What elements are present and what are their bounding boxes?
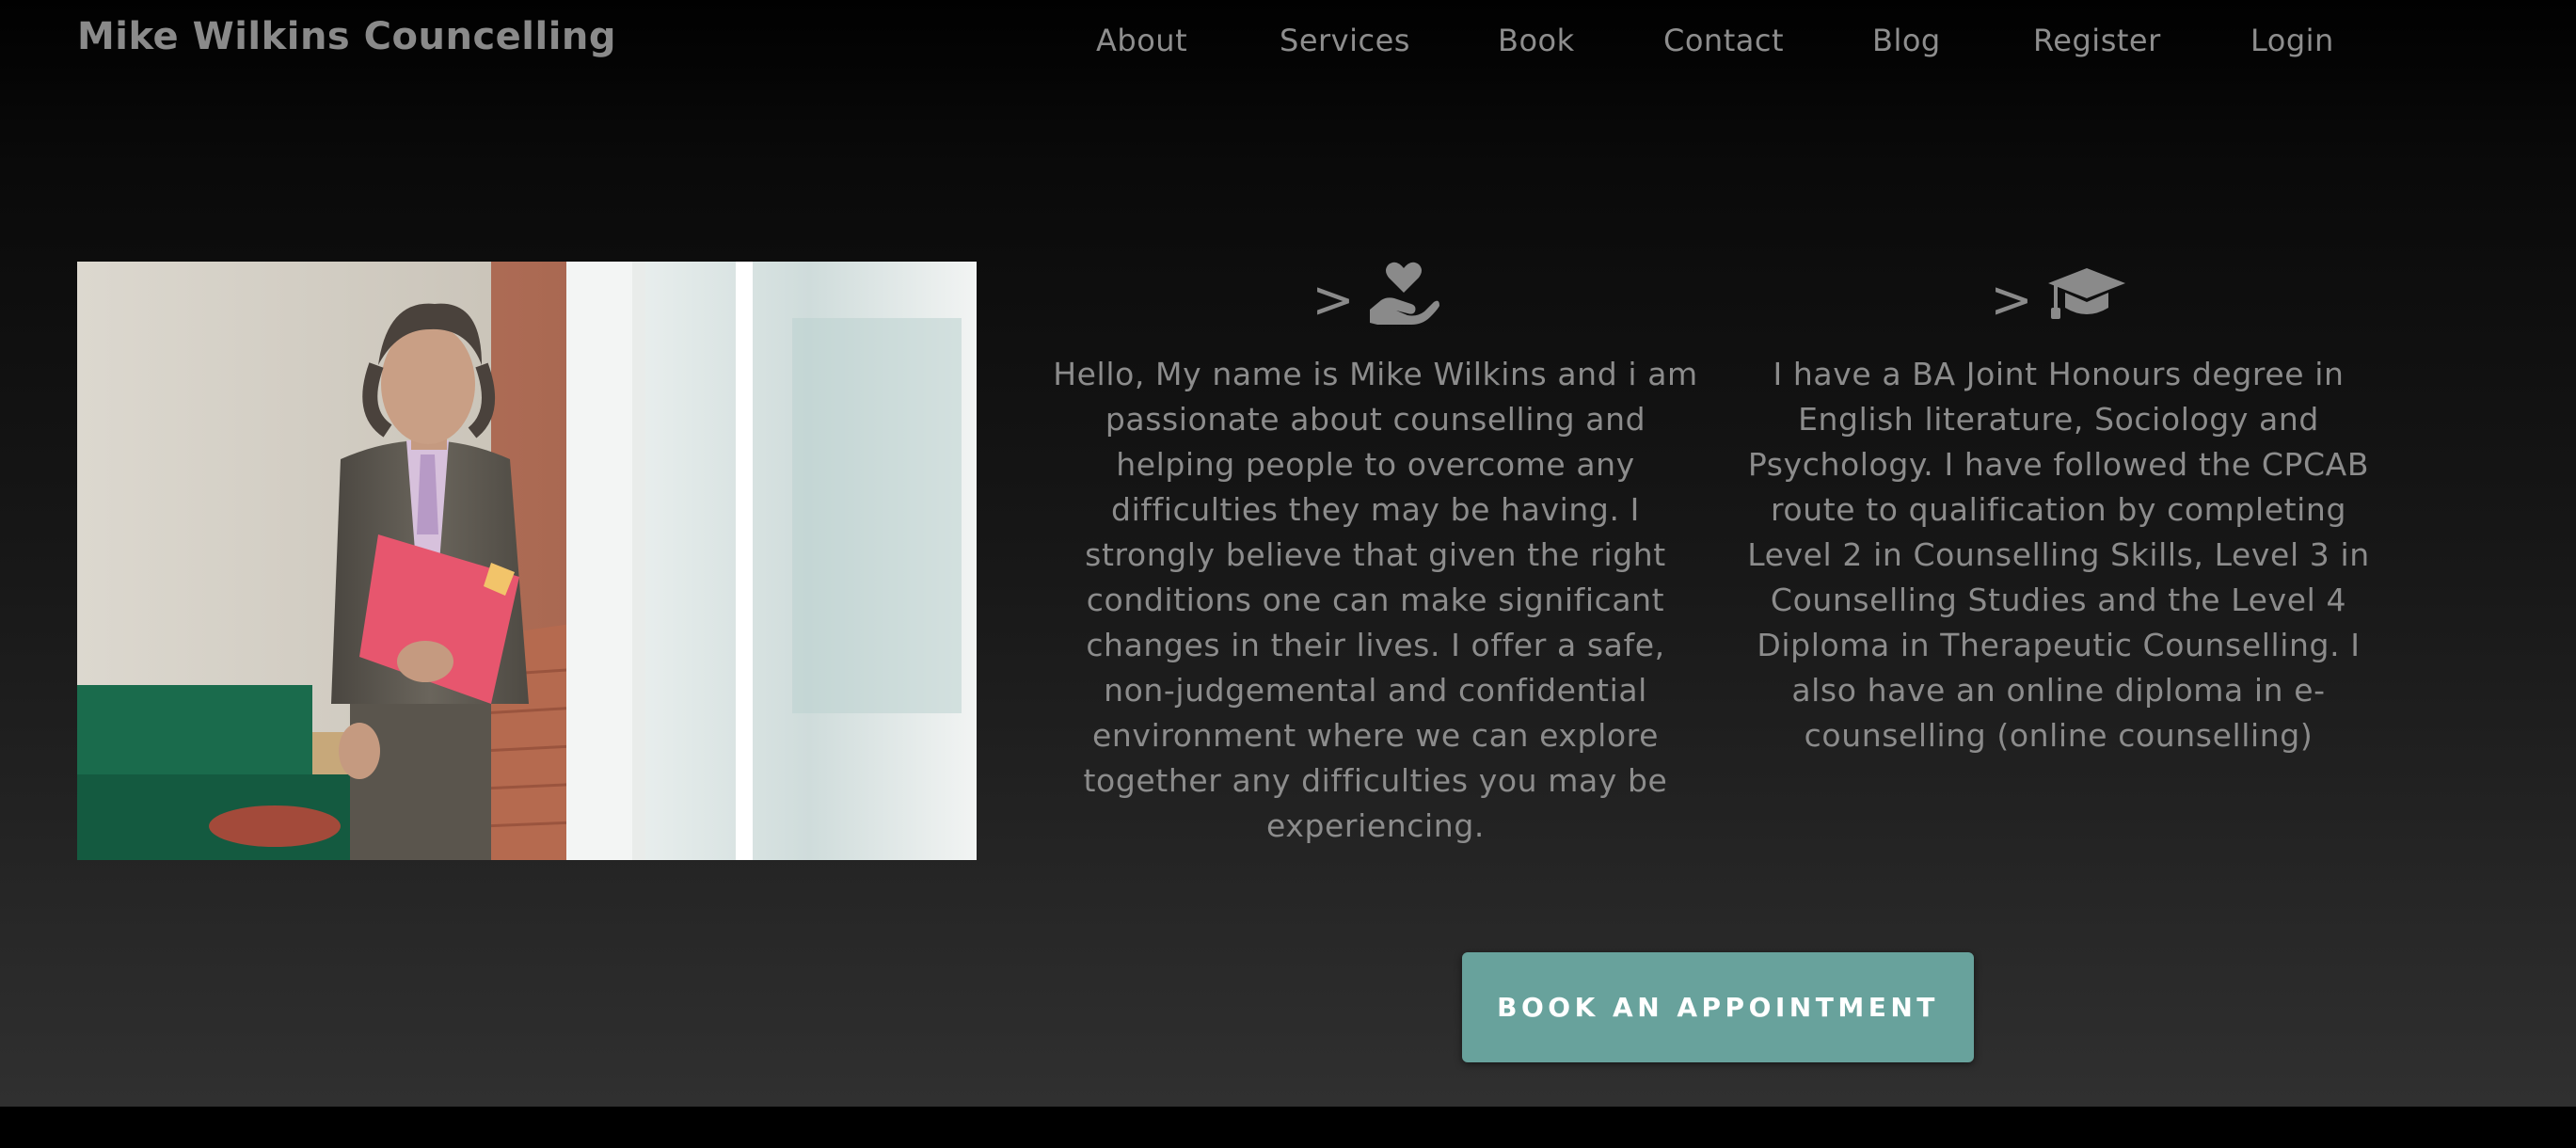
qualifications-column: > I have a BA Joint Honours degree in En… xyxy=(1729,260,2388,758)
qualifications-text: I have a BA Joint Honours degree in Engl… xyxy=(1747,356,2370,754)
nav-contact[interactable]: Contact xyxy=(1663,23,1784,58)
chevron-right-icon: > xyxy=(1312,270,1355,329)
nav-blog[interactable]: Blog xyxy=(1872,23,1941,58)
qualifications-icon-row: > xyxy=(1729,260,2388,331)
book-appointment-button[interactable]: BOOK AN APPOINTMENT xyxy=(1462,952,1974,1062)
hero-photo xyxy=(77,262,977,860)
site-brand[interactable]: Mike Wilkins Councelling xyxy=(77,15,616,58)
nav-register[interactable]: Register xyxy=(2033,23,2161,58)
chevron-right-icon: > xyxy=(1990,270,2033,329)
nav-book[interactable]: Book xyxy=(1498,23,1575,58)
nav-about[interactable]: About xyxy=(1096,23,1187,58)
footer-bar xyxy=(0,1107,2576,1148)
about-text: Hello, My name is Mike Wilkins and i am … xyxy=(1053,356,1698,844)
main-nav: About Services Book Contact Blog Registe… xyxy=(1073,19,2390,66)
nav-services[interactable]: Services xyxy=(1280,23,1410,58)
about-icon-row: > xyxy=(1046,260,1705,331)
about-column: > Hello, My name is Mike Wilkins and i a… xyxy=(1046,260,1705,849)
nav-login[interactable]: Login xyxy=(2250,23,2334,58)
hand-holding-heart-icon xyxy=(1368,261,1439,330)
graduation-cap-icon xyxy=(2046,264,2127,327)
page: Mike Wilkins Councelling About Services … xyxy=(0,0,2576,1148)
